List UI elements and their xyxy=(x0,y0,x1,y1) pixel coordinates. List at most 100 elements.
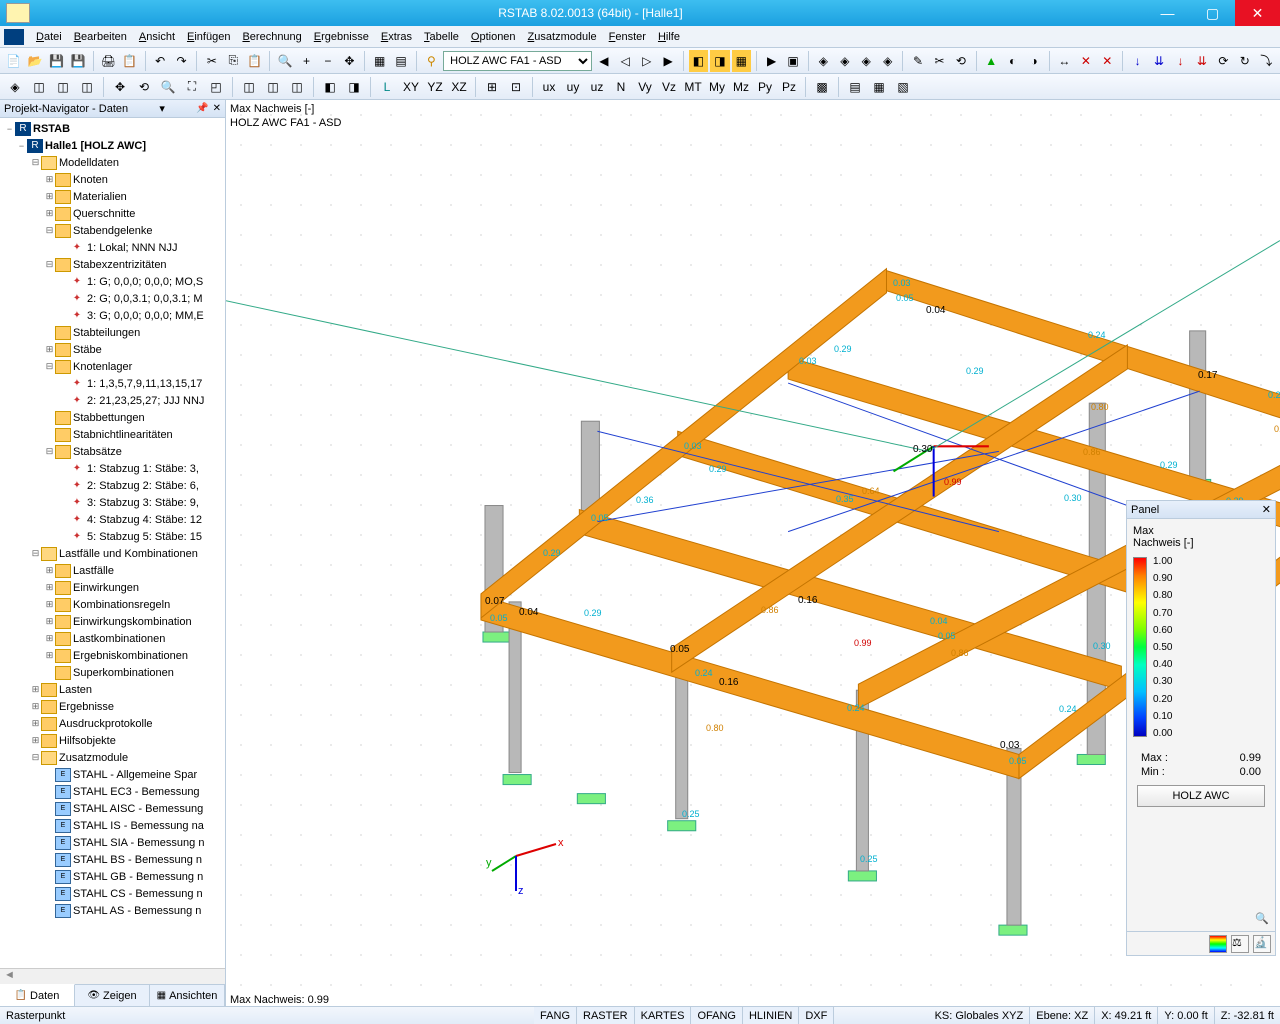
pan-icon[interactable]: ✥ xyxy=(340,50,359,72)
t2-icon[interactable]: ▦ xyxy=(868,76,890,98)
menu-hilfe[interactable]: Hilfe xyxy=(652,31,686,43)
tree-row[interactable]: ✦2: G; 0,0,3.1; 0,0,3.1; M xyxy=(0,290,225,307)
status-btn-raster[interactable]: RASTER xyxy=(577,1007,635,1024)
xz-icon[interactable]: XZ xyxy=(448,76,470,98)
app-logo-icon[interactable] xyxy=(4,29,24,45)
menu-extras[interactable]: Extras xyxy=(375,31,418,43)
tree-row[interactable]: ✦1: 1,3,5,7,9,11,13,15,17 xyxy=(0,375,225,392)
status-btn-ofang[interactable]: OFANG xyxy=(691,1007,743,1024)
sup-icon[interactable]: ▲ xyxy=(982,50,1001,72)
tree-project[interactable]: −RHalle1 [HOLZ AWC] xyxy=(0,137,225,154)
tree-row[interactable]: ⊞Materialien xyxy=(0,188,225,205)
tree-row[interactable]: ⊞Lasten xyxy=(0,681,225,698)
minimize-button[interactable]: — xyxy=(1145,0,1190,26)
move-icon[interactable]: ✥ xyxy=(109,76,131,98)
tree-row[interactable]: ✦2: 21,23,25,27; JJJ NNJ xyxy=(0,392,225,409)
tree-row[interactable]: ⊞Ergebnisse xyxy=(0,698,225,715)
tree-row[interactable]: ✦3: G; 0,0,0; 0,0,0; MM,E xyxy=(0,307,225,324)
tree-row[interactable]: ESTAHL AISC - Bemessung xyxy=(0,800,225,817)
m2-icon[interactable]: ✂ xyxy=(930,50,949,72)
g3-icon[interactable]: ◈ xyxy=(857,50,876,72)
tree-row[interactable]: ESTAHL AS - Bemessung n xyxy=(0,902,225,919)
tree-row[interactable]: Stabnichtlinearitäten xyxy=(0,426,225,443)
f3-icon[interactable]: uz xyxy=(586,76,608,98)
maximize-button[interactable]: ▢ xyxy=(1190,0,1235,26)
tree-row[interactable]: ✦4: Stabzug 4: Stäbe: 12 xyxy=(0,511,225,528)
f5-icon[interactable]: Vy xyxy=(634,76,656,98)
t3-icon[interactable]: ▧ xyxy=(892,76,914,98)
tree-row[interactable]: ESTAHL IS - Bemessung na xyxy=(0,817,225,834)
xy-icon[interactable]: XY xyxy=(400,76,422,98)
paste-icon[interactable]: 📋 xyxy=(245,50,264,72)
tree-row[interactable]: ⊟Stabsätze xyxy=(0,443,225,460)
r2-icon[interactable]: ◨ xyxy=(710,50,729,72)
pf1-icon[interactable] xyxy=(1209,935,1227,953)
t1-icon[interactable]: ▤ xyxy=(844,76,866,98)
tree-row[interactable]: ⊟Modelldaten xyxy=(0,154,225,171)
new-icon[interactable]: 📄 xyxy=(4,50,23,72)
panel-module-button[interactable]: HOLZ AWC xyxy=(1137,785,1265,807)
fa-icon[interactable]: Py xyxy=(754,76,776,98)
tree-row[interactable]: ESTAHL GB - Bemessung n xyxy=(0,868,225,885)
menu-bearbeiten[interactable]: Bearbeiten xyxy=(68,31,133,43)
tree-row[interactable]: Stabbettungen xyxy=(0,409,225,426)
navigator-tree[interactable]: −RRSTAB −RHalle1 [HOLZ AWC] ⊟Modelldaten… xyxy=(0,118,225,968)
man-icon[interactable]: ⚲ xyxy=(422,50,441,72)
tree-row[interactable]: ✦1: G; 0,0,0; 0,0,0; MO,S xyxy=(0,273,225,290)
x1-icon[interactable]: ✕ xyxy=(1076,50,1095,72)
r1-icon[interactable]: ◧ xyxy=(689,50,708,72)
zoom-out-icon[interactable]: − xyxy=(318,50,337,72)
w2-icon[interactable]: ◫ xyxy=(262,76,284,98)
tree-row[interactable]: ⊟Zusatzmodule xyxy=(0,749,225,766)
fb-icon[interactable]: Pz xyxy=(778,76,800,98)
tree-row[interactable]: ⊞Ausdruckprotokolle xyxy=(0,715,225,732)
gr-icon[interactable]: ⊞ xyxy=(481,76,503,98)
tree-row[interactable]: Superkombinationen xyxy=(0,664,225,681)
zoom-in-icon[interactable]: + xyxy=(297,50,316,72)
f9-icon[interactable]: Mz xyxy=(730,76,752,98)
save-icon[interactable]: 💾 xyxy=(47,50,66,72)
f7-icon[interactable]: MT xyxy=(682,76,704,98)
rot-icon[interactable]: ⟲ xyxy=(133,76,155,98)
calc2-icon[interactable]: ▣ xyxy=(783,50,802,72)
tree-row[interactable]: ⊟Knotenlager xyxy=(0,358,225,375)
v-y-icon[interactable]: ◫ xyxy=(52,76,74,98)
tree-row[interactable]: ⊞Querschnitte xyxy=(0,205,225,222)
menu-zusatzmodule[interactable]: Zusatzmodule xyxy=(522,31,603,43)
lc-icon[interactable]: ↓ xyxy=(1171,50,1190,72)
f4-icon[interactable]: N xyxy=(610,76,632,98)
sg-icon[interactable]: ▩ xyxy=(811,76,833,98)
v-x-icon[interactable]: ◫ xyxy=(28,76,50,98)
f6-icon[interactable]: Vz xyxy=(658,76,680,98)
menu-einfügen[interactable]: Einfügen xyxy=(181,31,236,43)
status-btn-kartes[interactable]: KARTES xyxy=(635,1007,692,1024)
close-button[interactable]: ✕ xyxy=(1235,0,1280,26)
zoom-icon[interactable]: 🔍 xyxy=(1255,913,1269,925)
f1-icon[interactable]: ux xyxy=(538,76,560,98)
lf-icon[interactable]: ↻ xyxy=(1235,50,1254,72)
f2-icon[interactable]: uy xyxy=(562,76,584,98)
tree-row[interactable]: ⊟Stabexzentrizitäten xyxy=(0,256,225,273)
status-btn-fang[interactable]: FANG xyxy=(534,1007,577,1024)
s2-icon[interactable]: ◐ xyxy=(1003,50,1022,72)
tree-row[interactable]: ESTAHL CS - Bemessung n xyxy=(0,885,225,902)
undo-icon[interactable]: ↶ xyxy=(150,50,169,72)
lb-icon[interactable]: ⇊ xyxy=(1149,50,1168,72)
m3-icon[interactable]: ⟲ xyxy=(951,50,970,72)
nav-icon[interactable]: ▤ xyxy=(391,50,410,72)
tab-zeigen[interactable]: 👁Zeigen xyxy=(75,985,150,1006)
last-icon[interactable]: ▶ xyxy=(658,50,677,72)
tree-row[interactable]: ESTAHL - Allgemeine Spar xyxy=(0,766,225,783)
la-icon[interactable]: ↓ xyxy=(1128,50,1147,72)
nav-scrollbar[interactable]: ◄ xyxy=(0,968,225,984)
open-icon[interactable]: 📂 xyxy=(25,50,44,72)
tree-root[interactable]: −RRSTAB xyxy=(0,120,225,137)
tree-row[interactable]: ✦1: Lokal; NNN NJJ xyxy=(0,239,225,256)
pf3-icon[interactable]: 🔬 xyxy=(1253,935,1271,953)
lbl1-icon[interactable]: ◧ xyxy=(319,76,341,98)
redo-icon[interactable]: ↷ xyxy=(172,50,191,72)
cut-icon[interactable]: ✂ xyxy=(202,50,221,72)
ld-icon[interactable]: ⇊ xyxy=(1192,50,1211,72)
status-btn-hlinien[interactable]: HLINIEN xyxy=(743,1007,799,1024)
viewport[interactable]: Max Nachweis [-] HOLZ AWC FA1 - ASD xyxy=(226,100,1280,1006)
